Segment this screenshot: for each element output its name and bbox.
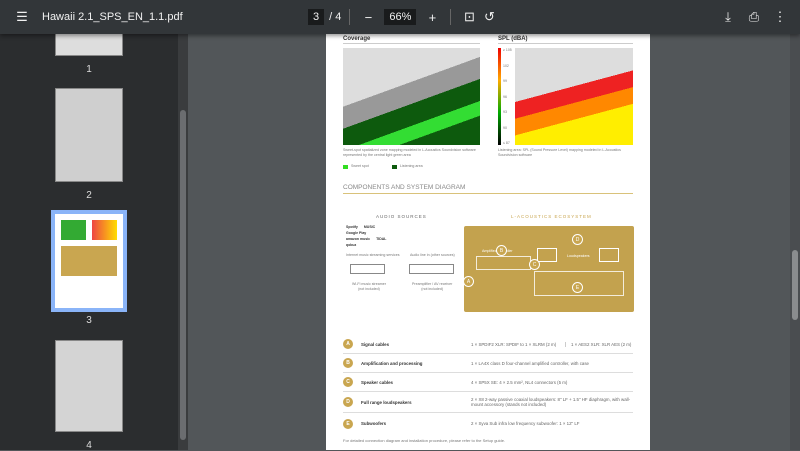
component-row: D Full range loudspeakers 2 × X8 2-way pas… — [343, 392, 633, 413]
divider — [450, 9, 452, 25]
page-number-input[interactable]: 3 — [308, 9, 325, 25]
legend-label: Sweet spot — [351, 164, 369, 168]
fit-page-icon[interactable]: ⊡ — [459, 7, 479, 27]
spl-color-scale — [498, 48, 501, 145]
spl-tick: 102 — [503, 63, 509, 68]
spl-tick: ≥ 105 — [503, 48, 512, 52]
component-name: Speaker cables — [361, 379, 393, 385]
amazon-music-logo: amazon music — [346, 237, 371, 241]
footer-note: For detailed connection diagram and inst… — [343, 438, 506, 443]
loudspeaker-right — [599, 248, 619, 262]
legend-listening-area: Listening area — [392, 164, 423, 169]
component-letter: E — [343, 418, 353, 429]
component-row: B Amplification and processing 1 × LA4X cl… — [343, 354, 633, 373]
thumbnail-label: 3 — [86, 315, 92, 326]
menu-icon[interactable]: ☰ — [12, 7, 32, 27]
spl-tick: ≤ 87 — [503, 141, 510, 145]
ecosystem-heading: L-ACOUSTICS ECOSYSTEM — [511, 214, 592, 219]
main-scrollbar[interactable] — [790, 34, 800, 450]
marker-a: A — [463, 276, 474, 287]
thumbnail-label: 4 — [86, 440, 92, 451]
component-row: A Signal cables 1 × SPDIF2 XLR: SPDIF to 1… — [343, 335, 633, 354]
document-title: Hawaii 2.1_SPS_EN_1.1.pdf — [42, 11, 183, 23]
component-letter: C — [343, 377, 353, 387]
component-name: Signal cables — [361, 341, 390, 347]
preamp-label: Preamplifier / AV receiver (not included… — [412, 282, 453, 291]
legend-swatch — [343, 164, 348, 169]
rotate-icon[interactable]: ↺ — [479, 7, 499, 27]
google-play-logo: Google Play — [346, 231, 367, 235]
qobuz-logo: qobuz — [346, 243, 357, 247]
coverage-caption: Sweet-spot spatialized zone mapping mode… — [343, 148, 476, 157]
sidebar-scrollbar-thumb[interactable] — [180, 110, 186, 440]
streaming-logos: Spotify MUSIC Google Play amazon music T… — [346, 225, 396, 247]
marker-e: E — [572, 282, 583, 293]
spl-title: SPL (dBA) — [498, 36, 633, 44]
legend-sweet-spot: Sweet spot — [343, 164, 369, 169]
spl-tick: 90 — [503, 125, 507, 130]
component-letter: B — [343, 358, 353, 368]
section-title: COMPONENTS AND SYSTEM DIAGRAM — [343, 184, 633, 194]
ecosystem-panel: Amplified controller Loudspeakers — [464, 226, 634, 312]
component-name: Full range loudspeakers — [361, 399, 412, 405]
apple-music-logo: MUSIC — [363, 225, 376, 229]
streamer-label: Wi-Fi music streamer (not included) — [352, 282, 386, 291]
spotify-logo: Spotify — [346, 225, 358, 229]
component-name: Subwoofers — [361, 421, 387, 426]
marker-d: D — [572, 234, 583, 245]
legend-swatch — [392, 164, 397, 169]
zoom-input[interactable]: 66% — [384, 9, 417, 25]
tidal-logo: TIDAL — [376, 237, 387, 241]
component-name: Amplification and processing — [361, 360, 423, 366]
preamp-device — [409, 264, 454, 274]
spl-map-image — [515, 48, 633, 145]
pdf-page-3: Coverage Sweet-spot spatialized zone map… — [326, 34, 650, 450]
coverage-map-image — [343, 48, 480, 145]
component-value: 4 × SP5X SE: 4 × 2.5 mm², NL4 connectors… — [471, 379, 568, 385]
component-letter: D — [343, 397, 353, 407]
streamer-device — [350, 264, 385, 274]
component-value-2: 1 × AES2 XLR: XLR AES (2 m) — [571, 341, 632, 347]
thumbnail-page-4[interactable] — [55, 340, 123, 432]
coverage-title: Coverage — [343, 36, 480, 44]
thumbnail-page-2[interactable] — [55, 88, 123, 182]
component-value: 1 × SPDIF2 XLR: SPDIF to 1 × XLRM (2 m) — [471, 341, 566, 347]
marker-c: C — [529, 259, 540, 270]
spl-tick: 93 — [503, 110, 507, 114]
thumbnail-sidebar: 1 2 3 4 — [0, 24, 188, 451]
page-total: / 4 — [329, 11, 342, 23]
audio-sources-heading: AUDIO SOURCES — [376, 214, 427, 219]
download-icon[interactable]: ⤓ — [718, 7, 738, 27]
pdf-toolbar: ☰ Hawaii 2.1_SPS_EN_1.1.pdf 3 / 4 − 66% … — [0, 0, 800, 34]
zoom-out-button[interactable]: − — [358, 7, 378, 27]
spl-tick: 96 — [503, 94, 507, 99]
spl-scale-labels: ≥ 105 102 99 96 93 90 ≤ 87 — [503, 48, 512, 145]
line-in-label: Audio line in (other sources) — [410, 253, 455, 257]
thumbnail-label: 2 — [86, 190, 92, 201]
print-icon[interactable]: ⎙ — [744, 7, 764, 27]
divider — [349, 9, 351, 25]
component-row: E Subwoofers 2 × Syva Sub infra low freque… — [343, 414, 633, 433]
component-value: 1 × LA4X class D four-channel amplified … — [471, 360, 589, 366]
legend-label: Listening area — [400, 164, 423, 168]
marker-b: B — [496, 245, 507, 256]
loudspeakers-label: Loudspeakers — [567, 254, 590, 258]
main-scrollbar-thumb[interactable] — [792, 250, 798, 320]
component-value: 2 × Syva Sub infra low frequency subwoof… — [471, 421, 580, 426]
loudspeaker-left — [537, 248, 557, 262]
spl-caption: Listening area: SPL (Sound Pressure Leve… — [498, 148, 621, 157]
component-value: 2 × X8 2-way passive coaxial loudspeaker… — [471, 397, 631, 407]
streaming-label: Internet music streaming services — [346, 253, 400, 257]
amplified-controller — [476, 256, 531, 270]
more-options-icon[interactable]: ⋮ — [770, 7, 790, 27]
component-row: C Speaker cables 4 × SP5X SE: 4 × 2.5 mm²,… — [343, 373, 633, 392]
thumbnail-label: 1 — [86, 64, 92, 75]
zoom-in-button[interactable]: + — [422, 7, 442, 27]
spl-tick: 99 — [503, 79, 507, 83]
component-letter: A — [343, 339, 353, 349]
thumbnail-page-3[interactable] — [51, 210, 127, 312]
